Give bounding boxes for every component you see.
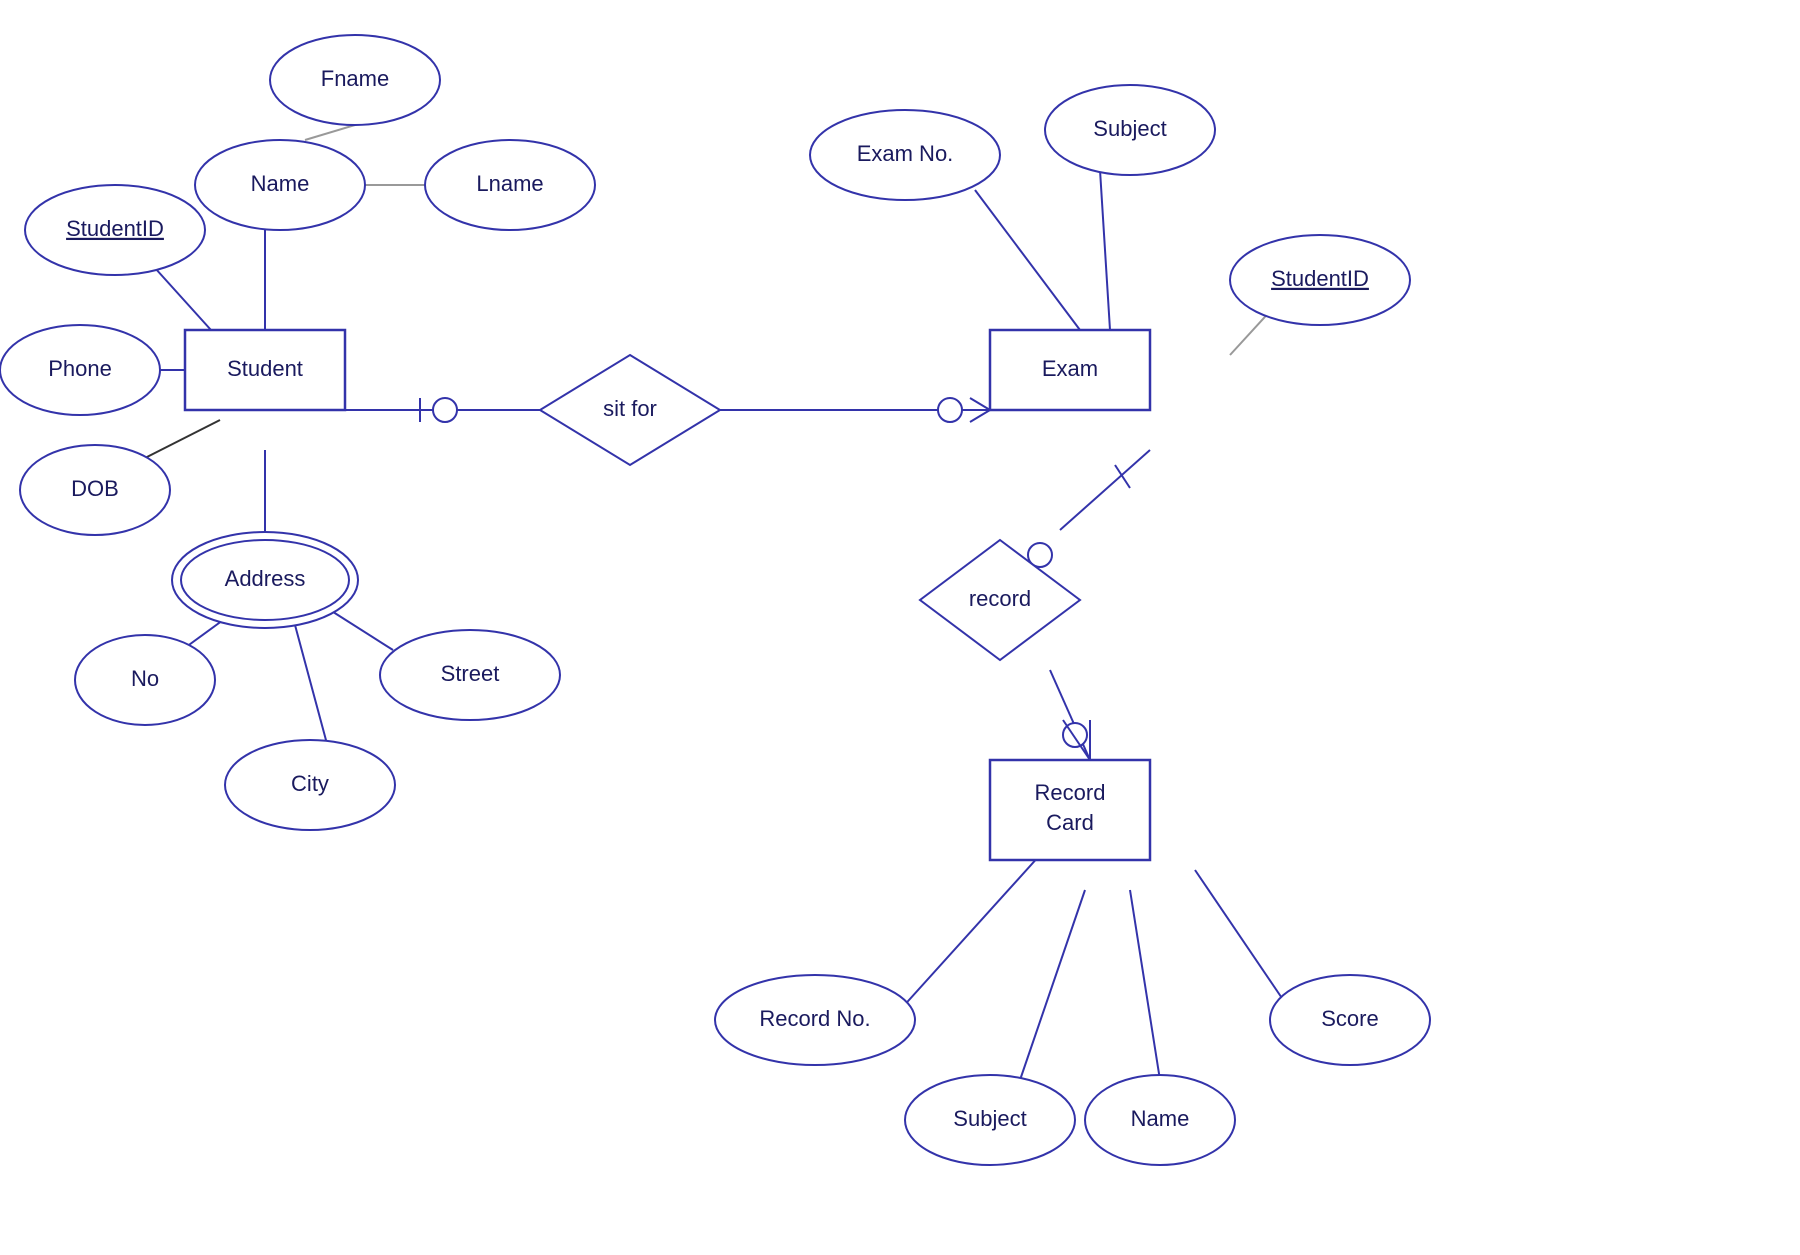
crow2 xyxy=(970,410,990,422)
attr-studentid-exam-label: StudentID xyxy=(1271,266,1369,291)
line-fname-name xyxy=(305,125,355,140)
crow1 xyxy=(970,398,990,410)
entity-rc-label1: Record xyxy=(1035,780,1106,805)
line-exam-record1 xyxy=(1060,450,1150,530)
attr-name-rc-label: Name xyxy=(1131,1106,1190,1131)
line-score-rc xyxy=(1195,870,1290,1010)
attr-exam-no-label: Exam No. xyxy=(857,141,954,166)
attr-lname-label: Lname xyxy=(476,171,543,196)
line-city-address xyxy=(295,625,330,755)
attr-record-no-label: Record No. xyxy=(759,1006,870,1031)
circle1-student-sitfor xyxy=(433,398,457,422)
attr-studentid-student-label: StudentID xyxy=(66,216,164,241)
attr-phone-label: Phone xyxy=(48,356,112,381)
attr-street-label: Street xyxy=(441,661,500,686)
entity-rc-label2: Card xyxy=(1046,810,1094,835)
entity-student-label: Student xyxy=(227,356,303,381)
relation-record-label: record xyxy=(969,586,1031,611)
line-subject-rc xyxy=(1020,890,1085,1080)
line-examno-exam xyxy=(975,190,1080,330)
attr-address-label: Address xyxy=(225,566,306,591)
attr-subject-exam-label: Subject xyxy=(1093,116,1166,141)
circle2-sitfor-exam xyxy=(938,398,962,422)
entity-exam-label: Exam xyxy=(1042,356,1098,381)
attr-fname-label: Fname xyxy=(321,66,389,91)
attr-no-label: No xyxy=(131,666,159,691)
relation-sit-for-label: sit for xyxy=(603,396,657,421)
attr-name-label: Name xyxy=(251,171,310,196)
line-subject-exam xyxy=(1100,170,1110,330)
attr-city-label: City xyxy=(291,771,329,796)
line-name-rc xyxy=(1130,890,1160,1080)
attr-score-label: Score xyxy=(1321,1006,1378,1031)
line-recordno-rc xyxy=(900,855,1040,1010)
line-dob-student xyxy=(145,420,220,458)
attr-subject-rc-label: Subject xyxy=(953,1106,1026,1131)
line-street-address xyxy=(330,610,393,650)
attr-dob-label: DOB xyxy=(71,476,119,501)
